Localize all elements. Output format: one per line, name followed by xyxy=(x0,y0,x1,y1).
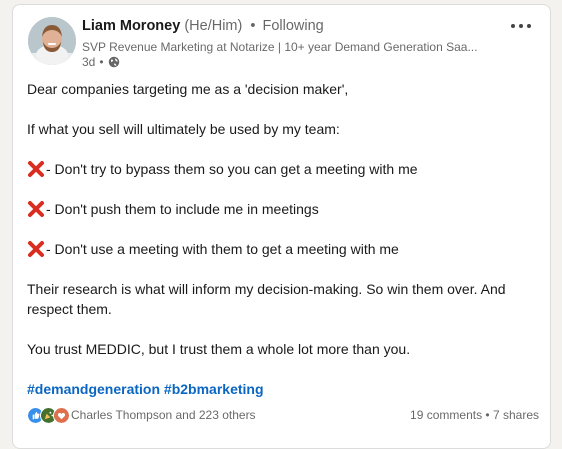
more-options-button[interactable] xyxy=(508,17,534,35)
point-text: - Don't use a meeting with them to get a… xyxy=(46,241,399,257)
love-icon xyxy=(53,407,70,424)
reaction-icons[interactable] xyxy=(27,407,70,424)
post-meta: 3d • xyxy=(82,55,120,69)
list-item: - Don't push them to include me in meeti… xyxy=(27,199,542,219)
author-name[interactable]: Liam Moroney xyxy=(82,18,180,34)
post-intro: Dear companies targeting me as a 'decisi… xyxy=(27,81,349,97)
hashtag-link[interactable]: #demandgeneration xyxy=(27,381,160,397)
follow-status: Following xyxy=(262,18,324,34)
author-line: Liam Moroney (He/Him) • Following xyxy=(82,18,324,34)
author-avatar[interactable] xyxy=(28,17,76,65)
social-counts-bar: Charles Thompson and 223 others 19 comme… xyxy=(27,405,539,425)
post-closing: You trust MEDDIC, but I trust them a who… xyxy=(27,341,411,357)
hashtag-link[interactable]: #b2bmarketing xyxy=(164,381,264,397)
author-headline: SVP Revenue Marketing at Notarize | 10+ … xyxy=(82,40,478,54)
shares-count[interactable]: 7 shares xyxy=(493,408,539,422)
post-body: Dear companies targeting me as a 'decisi… xyxy=(27,79,542,399)
globe-icon xyxy=(108,56,119,68)
engagement-counts: 19 comments • 7 shares xyxy=(410,408,539,422)
point-text: - Don't push them to include me in meeti… xyxy=(46,201,319,217)
comments-count[interactable]: 19 comments xyxy=(410,408,482,422)
list-item: - Don't try to bypass them so you can ge… xyxy=(27,159,542,179)
point-text: - Don't try to bypass them so you can ge… xyxy=(46,161,418,177)
post-time: 3d xyxy=(82,55,96,69)
post-lead: If what you sell will ultimately be used… xyxy=(27,121,340,137)
post-research: Their research is what will inform my de… xyxy=(27,281,506,317)
cross-mark-icon xyxy=(28,201,44,217)
feed-post-card: Liam Moroney (He/Him) • Following SVP Re… xyxy=(12,4,551,449)
separator-dot: • xyxy=(250,18,256,34)
avatar-photo-icon xyxy=(28,17,76,65)
counts-separator: • xyxy=(485,408,490,422)
cross-mark-icon xyxy=(28,241,44,257)
author-pronouns: (He/Him) xyxy=(184,18,243,34)
meta-separator: • xyxy=(99,55,104,69)
ellipsis-icon xyxy=(511,24,531,28)
hashtags: #demandgeneration #b2bmarketing xyxy=(27,379,542,399)
reactors-text[interactable]: Charles Thompson and 223 others xyxy=(71,408,256,422)
cross-mark-icon xyxy=(28,161,44,177)
list-item: - Don't use a meeting with them to get a… xyxy=(27,239,542,259)
